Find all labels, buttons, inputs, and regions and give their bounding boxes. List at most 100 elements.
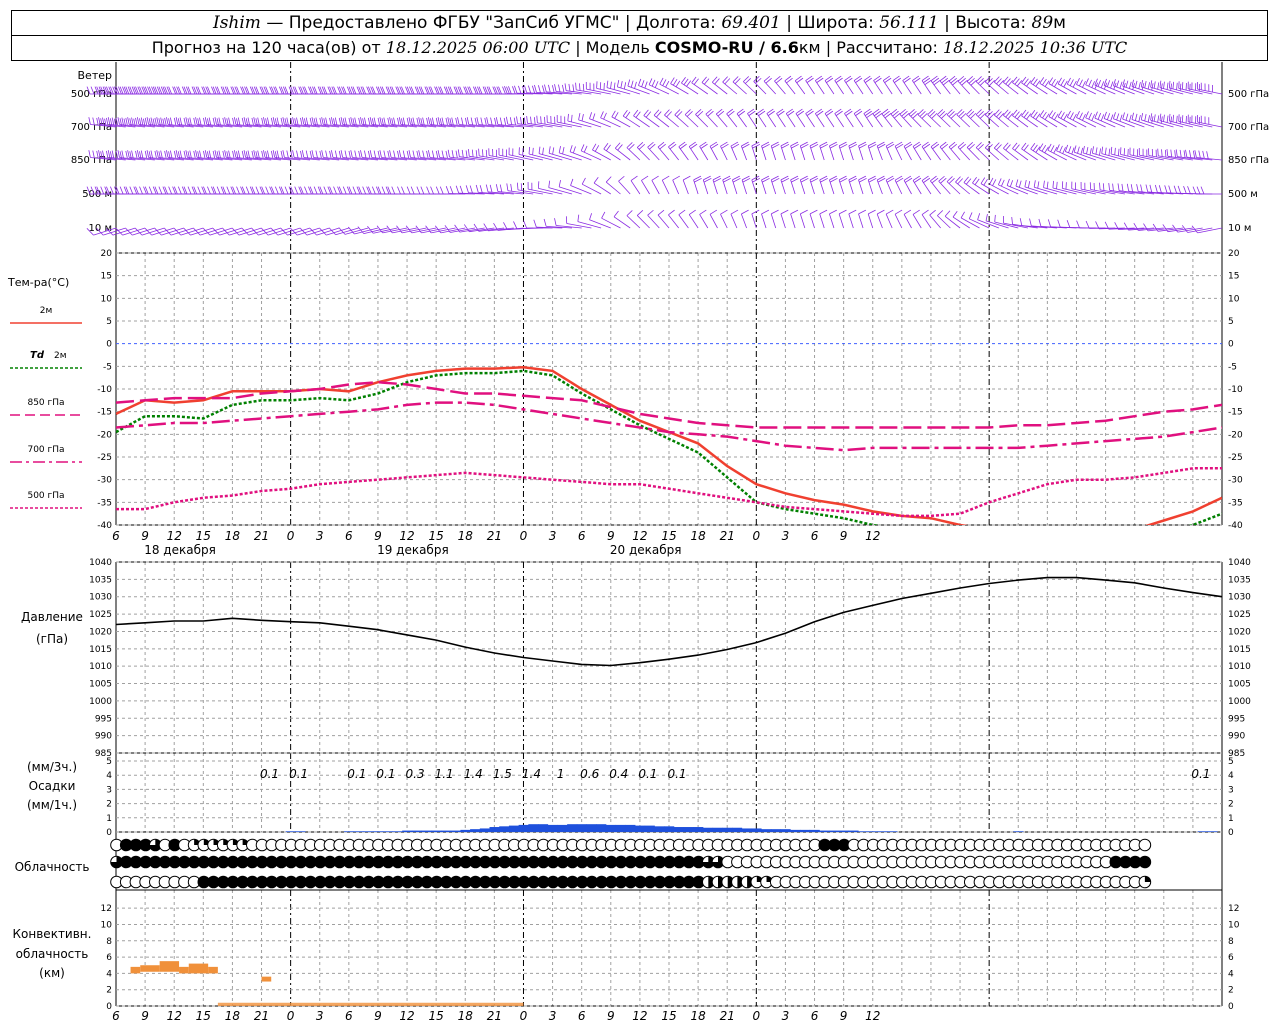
wind-barb xyxy=(848,175,858,195)
barb-feather xyxy=(286,150,289,158)
barb-feather xyxy=(441,117,444,125)
barb-feather xyxy=(651,79,656,87)
conv-tick-left: 10 xyxy=(101,920,113,930)
barb-feather xyxy=(809,209,818,215)
barb-shaft xyxy=(678,214,689,229)
precip-bar xyxy=(295,831,306,832)
barb-feather xyxy=(348,117,351,126)
precip-3h-label: 0.1 xyxy=(347,767,366,781)
barb-feather xyxy=(1039,110,1045,117)
wind-barb xyxy=(1047,219,1077,229)
barb-feather xyxy=(1054,80,1059,88)
barb-feather xyxy=(224,150,227,158)
precip-bar xyxy=(576,824,587,832)
wind-barb xyxy=(1094,78,1116,95)
wind-barb xyxy=(899,108,912,128)
wind-barb xyxy=(672,175,680,195)
precip-tick-left: 4 xyxy=(106,771,112,781)
barb-feather xyxy=(968,212,973,219)
barb-feather xyxy=(284,186,289,195)
barb-feather xyxy=(338,150,342,159)
barb-feather xyxy=(218,150,221,158)
wind-barb xyxy=(1159,113,1184,128)
barb-feather xyxy=(305,150,309,158)
barb-feather xyxy=(296,117,299,125)
barb-feather xyxy=(1170,116,1172,124)
barb-feather xyxy=(516,182,519,190)
barb-feather xyxy=(1196,186,1201,195)
wind-barb xyxy=(853,75,864,95)
barb-shaft xyxy=(1048,83,1067,95)
barb-feather xyxy=(1050,145,1055,152)
precip-tick-left: 3 xyxy=(106,785,112,795)
barb-feather xyxy=(1047,219,1051,227)
wind-barb xyxy=(994,214,1019,229)
time-tick-bottom: 6 xyxy=(811,1009,819,1023)
time-tick-bottom: 12 xyxy=(632,1009,647,1023)
barb-feather xyxy=(1185,149,1188,158)
wind-barb xyxy=(761,209,770,229)
barb-feather xyxy=(1104,147,1107,155)
wind-barb xyxy=(834,75,844,95)
barb-feather xyxy=(600,111,604,118)
barb-shaft xyxy=(1030,115,1048,128)
barb-feather xyxy=(662,175,670,181)
barb-feather xyxy=(311,117,314,125)
barb-feather xyxy=(1051,78,1056,86)
precip-bar xyxy=(605,824,617,832)
barb-feather xyxy=(1056,181,1058,189)
precip-bar xyxy=(838,830,849,832)
barb-feather xyxy=(1085,78,1089,85)
precip-bar xyxy=(431,830,442,832)
wind-barb xyxy=(1043,180,1067,195)
precip-bar xyxy=(1207,831,1218,832)
wind-barb xyxy=(589,112,611,128)
wind-barb xyxy=(819,209,828,229)
barb-feather xyxy=(1023,78,1029,85)
conv-tick-left: 4 xyxy=(106,969,112,979)
wind-barb xyxy=(1129,147,1155,161)
barb-feather xyxy=(274,186,279,195)
temp-tick-left: 5 xyxy=(106,317,112,327)
wind-barb xyxy=(720,141,729,161)
barb-feather xyxy=(457,149,460,157)
barb-feather xyxy=(471,149,474,157)
barb-feather xyxy=(1011,217,1013,225)
barb-feather xyxy=(121,117,124,125)
barb-feather xyxy=(952,210,958,218)
barb-feather xyxy=(253,150,256,158)
barb-feather xyxy=(111,150,115,158)
time-tick-bottom: 3 xyxy=(316,1009,324,1023)
barb-feather xyxy=(601,211,606,219)
barb-shaft xyxy=(885,213,893,229)
wind-barb xyxy=(844,108,854,128)
barb-feather xyxy=(418,117,421,125)
wind-barb xyxy=(790,175,799,195)
precip-bar xyxy=(363,831,374,832)
barb-feather xyxy=(286,117,289,125)
barb-feather xyxy=(445,117,448,126)
barb-feather xyxy=(412,117,415,125)
wind-barb xyxy=(872,108,883,128)
barb-feather xyxy=(623,82,627,90)
barb-feather xyxy=(568,83,571,92)
wind-barb xyxy=(695,109,709,128)
wind-barb xyxy=(799,209,808,229)
precip-bar xyxy=(809,829,820,832)
wind-barb xyxy=(1183,186,1213,195)
temp-tick-left: 20 xyxy=(101,249,113,259)
barb-feather xyxy=(647,209,654,216)
barb-feather xyxy=(526,116,528,124)
time-tick: 0 xyxy=(752,529,760,543)
barb-feather xyxy=(1163,81,1165,89)
precip-bar xyxy=(664,826,675,832)
wind-barb xyxy=(929,209,941,229)
barb-feather xyxy=(1175,149,1178,157)
barb-shaft xyxy=(570,185,592,195)
precip-bar xyxy=(382,831,393,832)
barb-feather xyxy=(484,117,487,126)
barb-feather xyxy=(439,186,444,195)
barb-feather xyxy=(1145,184,1149,193)
temp-tick-right: 15 xyxy=(1228,272,1239,282)
wind-barb xyxy=(892,75,903,95)
